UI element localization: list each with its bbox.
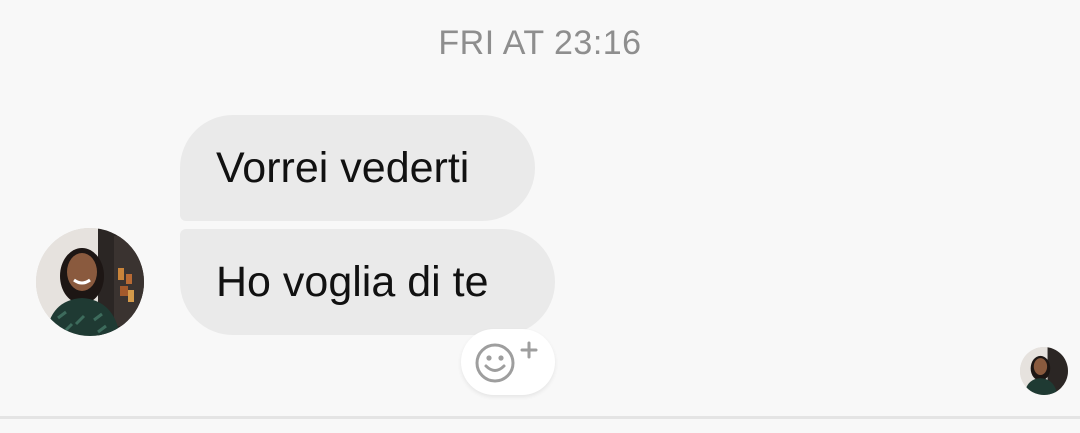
read-receipt-avatar — [1020, 347, 1068, 395]
message-text: Ho voglia di te — [216, 258, 489, 306]
message-bubble[interactable]: Vorrei vederti — [180, 115, 535, 221]
message-text: Vorrei vederti — [216, 144, 470, 192]
add-reaction-button[interactable] — [461, 329, 555, 395]
contact-avatar[interactable] — [36, 228, 144, 336]
composer-divider — [0, 416, 1080, 419]
seen-avatar-icon — [1020, 347, 1068, 395]
add-reaction-icon — [475, 341, 538, 383]
message-timestamp: FRI AT 23:16 — [438, 24, 642, 62]
message-bubble[interactable]: Ho voglia di te — [180, 229, 555, 335]
chat-thread: FRI AT 23:16 Vorrei vederti Ho voglia di… — [0, 0, 1080, 433]
avatar-image — [36, 228, 144, 336]
